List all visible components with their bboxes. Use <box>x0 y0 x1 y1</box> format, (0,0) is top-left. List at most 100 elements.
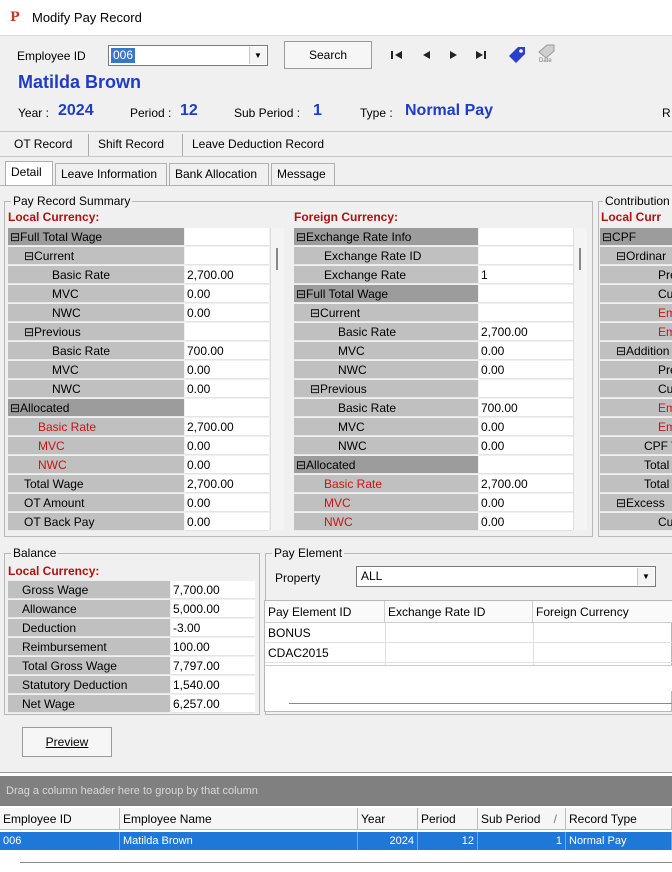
tree-row-value <box>185 399 269 417</box>
tree-row-label: ⊟Previous <box>294 380 478 398</box>
tab-detail[interactable]: Detail <box>5 161 53 185</box>
sort-indicator-icon: / <box>553 812 557 826</box>
date-icon-text: Date <box>539 58 552 64</box>
horizontal-scrollbar[interactable] <box>289 703 672 704</box>
cell-employee-name[interactable]: Matilda Brown <box>120 832 358 850</box>
balance-value: -3.00 <box>171 619 255 637</box>
tree-row-label: Basic Rate <box>8 266 184 284</box>
tree-row-label: Prev <box>600 266 672 284</box>
chevron-down-icon[interactable]: ▼ <box>249 47 266 64</box>
tab-leave-deduction-record[interactable]: Leave Deduction Record <box>192 137 324 151</box>
balance-label: Reimbursement <box>8 638 170 656</box>
tree-row-value: 1 <box>479 266 573 284</box>
cell-employee-id[interactable]: 006 <box>0 832 120 850</box>
detail-tabbar: Detail Leave Information Bank Allocation… <box>0 161 672 185</box>
balance-label: Deduction <box>8 619 170 637</box>
tree-row-label: Total Wage <box>8 475 184 493</box>
property-combo[interactable]: ALL ▼ <box>356 566 656 587</box>
search-button[interactable]: Search <box>284 41 372 69</box>
tree-row-label: MVC <box>294 418 478 436</box>
col-record-type[interactable]: Record Type <box>566 808 672 830</box>
employee-id-combo[interactable]: 006 ▼ <box>108 45 268 66</box>
tree-row-value <box>185 228 269 246</box>
tab-shift-record[interactable]: Shift Record <box>98 137 164 151</box>
bottom-horizontal-scrollbar[interactable] <box>20 862 672 863</box>
tab-leave-information[interactable]: Leave Information <box>55 163 167 185</box>
last-record-button[interactable] <box>474 49 490 63</box>
local-scrollbar[interactable] <box>270 228 284 530</box>
local-currency-header: Local Currency: <box>8 210 100 224</box>
tree-row-label: Exchange Rate <box>294 266 478 284</box>
balance-label: Gross Wage <box>8 581 170 599</box>
tag-button[interactable] <box>506 44 528 66</box>
balance-value: 100.00 <box>171 638 255 656</box>
tree-row-value <box>185 323 269 341</box>
tree-row-label: ⊟Current <box>294 304 478 322</box>
preview-button[interactable]: Preview <box>22 727 112 757</box>
col-foreign-currency[interactable]: Foreign Currency <box>533 601 672 623</box>
preview-label: Preview <box>45 735 89 749</box>
tree-row-label: MVC <box>8 361 184 379</box>
contribution-local-header: Local Curr <box>601 210 662 224</box>
balance-label: Statutory Deduction <box>8 676 170 694</box>
tree-row-value: 2,700.00 <box>185 266 269 284</box>
foreign-currency-header: Foreign Currency: <box>294 210 399 224</box>
tree-row-value <box>479 304 573 322</box>
tree-row-label: NWC <box>8 304 184 322</box>
tree-row-label: ⊟Full Total Wage <box>294 285 478 303</box>
prev-record-button[interactable] <box>420 49 434 63</box>
period-label: Period : <box>130 106 172 120</box>
cell-sub-period[interactable]: 1 <box>478 832 566 850</box>
tree-row-label: Empl <box>600 323 672 341</box>
next-icon <box>450 51 457 59</box>
tree-row-label: NWC <box>8 456 184 474</box>
pay-record-summary-title: Pay Record Summary <box>11 194 133 208</box>
record-tabbar: OT Record Shift Record Leave Deduction R… <box>0 131 672 157</box>
first-record-button[interactable] <box>390 49 406 63</box>
col-sub-period[interactable]: Sub Period / <box>478 808 566 830</box>
tree-row-label: ⊟Allocated <box>8 399 184 417</box>
pay-element-id-cell: CDAC2015 <box>268 646 329 660</box>
sub-period-header-label: Sub Period <box>481 812 541 826</box>
type-value: Normal Pay <box>405 102 494 119</box>
pay-element-id-cell: BONUS <box>268 626 311 640</box>
cell-period[interactable]: 12 <box>418 832 478 850</box>
year-value: 2024 <box>58 102 94 119</box>
cell-record-type[interactable]: Normal Pay <box>566 832 672 850</box>
balance-label: Net Wage <box>8 695 170 713</box>
col-employee-id[interactable]: Employee ID <box>0 808 120 830</box>
col-period[interactable]: Period <box>418 808 478 830</box>
tree-row-label: NWC <box>8 380 184 398</box>
col-employee-name[interactable]: Employee Name <box>120 808 358 830</box>
cell-year[interactable]: 2024 <box>358 832 418 850</box>
tree-row-value: 0.00 <box>185 380 269 398</box>
tab-message[interactable]: Message <box>271 163 335 185</box>
group-by-panel[interactable]: Drag a column header here to group by th… <box>0 776 672 806</box>
tree-row-label: MVC <box>8 437 184 455</box>
tab-bank-allocation[interactable]: Bank Allocation <box>169 163 269 185</box>
tree-row-label: Curre <box>600 285 672 303</box>
tree-row-value: 700.00 <box>479 399 573 417</box>
foreign-scrollbar[interactable] <box>573 228 587 530</box>
date-button[interactable]: Date <box>536 42 558 68</box>
title-bar: P Modify Pay Record <box>0 0 672 36</box>
tree-row-value: 2,700.00 <box>479 323 573 341</box>
tree-row-label: Basic Rate <box>8 418 184 436</box>
col-exchange-rate-id[interactable]: Exchange Rate ID <box>385 601 533 623</box>
table-row[interactable]: BONUS <box>265 623 672 643</box>
employee-id-label: Employee ID <box>17 49 86 63</box>
pay-element-grid[interactable]: Pay Element ID Exchange Rate ID Foreign … <box>264 600 672 712</box>
col-year[interactable]: Year <box>358 808 418 830</box>
table-row[interactable]: CDAC2015 <box>265 643 672 663</box>
next-record-button[interactable] <box>448 49 462 63</box>
balance-value: 6,257.00 <box>171 695 255 713</box>
balance-value: 7,797.00 <box>171 657 255 675</box>
type-label: Type : <box>360 106 393 120</box>
tree-row-label: Basic Rate <box>8 342 184 360</box>
tree-row-value: 0.00 <box>185 437 269 455</box>
tab-ot-record[interactable]: OT Record <box>14 137 72 151</box>
tree-row-label: Basic Rate <box>294 323 478 341</box>
chevron-down-icon[interactable]: ▼ <box>637 568 654 585</box>
col-pay-element-id[interactable]: Pay Element ID <box>265 601 385 623</box>
tree-row-label: MVC <box>294 342 478 360</box>
